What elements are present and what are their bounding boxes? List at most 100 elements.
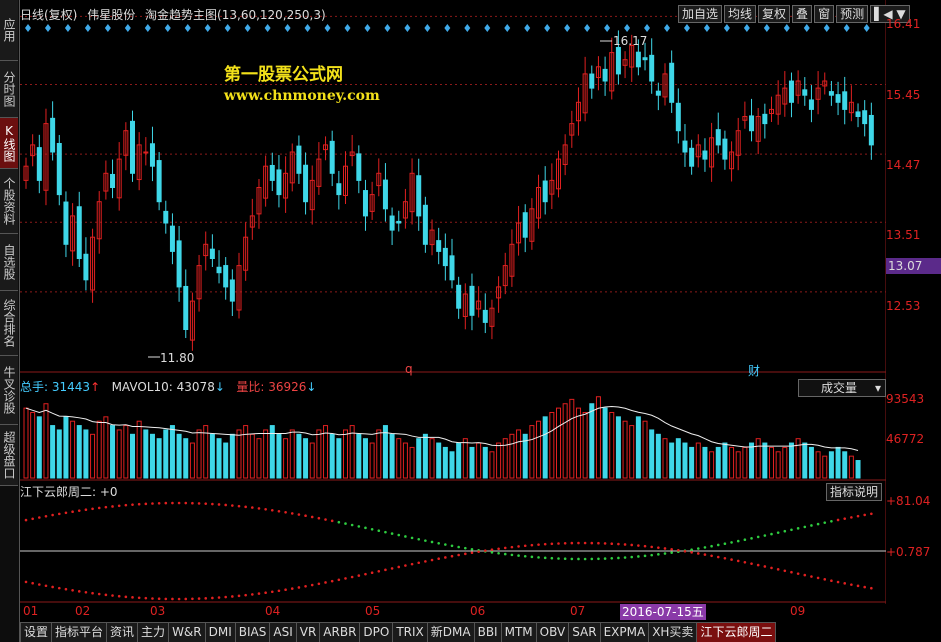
indicator-dot-lower: [164, 597, 168, 601]
volume-bar: [156, 438, 162, 479]
tab-trix[interactable]: TRIX: [392, 622, 428, 642]
sidebar-tab-ranking[interactable]: 综合排名: [0, 291, 18, 356]
indicator-dot-lower: [51, 585, 54, 589]
tab-new-dma[interactable]: 新DMA: [426, 622, 475, 642]
forecast-button[interactable]: 预测: [836, 5, 869, 23]
sidebar-tab-apps[interactable]: 应用: [0, 0, 18, 61]
kline-chart[interactable]: [20, 0, 886, 604]
indicator-dot-upper: [124, 503, 128, 507]
add-watchlist-button[interactable]: 加自选: [678, 5, 723, 23]
indicator-dot-lower: [783, 569, 787, 573]
tab-main-force[interactable]: 主力: [137, 622, 170, 642]
volume-bar: [689, 446, 695, 479]
indicator-dot-upper: [204, 502, 208, 505]
indicator-explain-button[interactable]: 指标说明: [826, 483, 883, 501]
sidebar-tab-watchlist[interactable]: 自选股: [0, 234, 18, 291]
indicator-dot-lower: [151, 597, 154, 600]
current-price-badge: 13.07: [886, 258, 941, 274]
volume-bar: [542, 416, 548, 479]
candle-body: [422, 204, 428, 245]
sidebar-tab-intraday[interactable]: 分时图: [0, 61, 18, 118]
indicator-dot-upper: [437, 541, 440, 545]
volume-bar: [675, 438, 681, 479]
tab-sar[interactable]: SAR: [568, 622, 601, 642]
indicator-dot-lower: [397, 565, 401, 569]
signal-diamond: [604, 24, 611, 32]
tab-indicator-platform[interactable]: 指标平台: [51, 622, 108, 642]
volume-bar: [722, 442, 728, 479]
signal-diamond: [843, 24, 850, 32]
tab-xh-trade[interactable]: XH买卖: [648, 622, 698, 642]
price-tick: 13.51: [886, 228, 921, 242]
indicator-dot-upper: [843, 517, 847, 520]
tab-news[interactable]: 资讯: [106, 622, 139, 642]
indicator-dot-upper: [530, 555, 534, 559]
indicator-dot-upper: [111, 505, 114, 508]
tab-dmi[interactable]: DMI: [204, 622, 236, 642]
candle-body: [50, 117, 56, 153]
volume-bar: [855, 460, 861, 479]
candle-body: [362, 190, 368, 217]
volume-indicator-dropdown[interactable]: 成交量 ▾: [798, 379, 886, 397]
tab-wr[interactable]: W&R: [168, 622, 206, 642]
window-button[interactable]: 窗: [814, 5, 835, 23]
volume-bar: [729, 446, 735, 479]
tab-custom-indicator[interactable]: 江下云郎周二: [696, 622, 777, 642]
volume-bar: [755, 438, 761, 479]
indicator-dot-lower: [756, 563, 760, 567]
candle-body: [442, 247, 448, 267]
candle-body: [143, 151, 149, 154]
volume-bar: [96, 420, 102, 479]
tab-expma[interactable]: EXPMA: [599, 622, 650, 642]
tab-vr[interactable]: VR: [295, 622, 321, 642]
finance-marker[interactable]: 财: [748, 362, 760, 379]
candle-body: [110, 173, 116, 189]
q-marker: q: [405, 362, 413, 376]
indicator-tick: +0.787: [886, 545, 931, 559]
formula-name[interactable]: 淘金趋势主图(13,60,120,250,3): [145, 8, 326, 22]
tab-asi[interactable]: ASI: [269, 622, 297, 642]
signal-diamond: [703, 24, 710, 32]
indicator-dot-upper: [264, 508, 267, 511]
indicator-dot-upper: [597, 557, 600, 561]
signal-diamond: [244, 24, 251, 32]
indicator-dot-upper: [563, 557, 567, 561]
chart-title-bar: 日线(复权) 伟星股份 淘金趋势主图(13,60,120,250,3): [20, 6, 332, 22]
sidebar-tab-order-book[interactable]: 超级盘口: [0, 425, 18, 486]
indicator-dot-lower: [257, 592, 261, 595]
indicator-dot-upper: [523, 554, 527, 558]
sidebar-tab-diagnose[interactable]: 牛叉诊股: [0, 356, 18, 425]
volume-bar: [436, 442, 442, 479]
indicator-dot-upper: [743, 538, 747, 542]
sidebar-tab-kline[interactable]: K线图: [0, 118, 18, 169]
indicator-dot-lower: [637, 544, 640, 547]
indicator-dot-lower: [57, 586, 61, 590]
month-label: 06: [470, 604, 486, 618]
volume-bar: [389, 433, 395, 479]
indicator-dot-upper: [337, 520, 341, 524]
tab-settings[interactable]: 设置: [20, 622, 53, 642]
price-tick: 16.41: [886, 17, 921, 31]
indicator-dot-upper: [830, 520, 833, 523]
tab-dpo[interactable]: DPO: [359, 622, 394, 642]
volume-bar: [635, 416, 641, 479]
signal-diamond: [444, 24, 451, 32]
period-label[interactable]: 日线(复权): [20, 8, 77, 22]
tab-obv[interactable]: OBV: [535, 622, 570, 642]
indicator-dot-upper: [224, 503, 227, 507]
tab-mtm[interactable]: MTM: [500, 622, 537, 642]
adjust-button[interactable]: 复权: [758, 5, 791, 23]
indicator-dot-lower: [191, 597, 194, 601]
overlay-button[interactable]: 叠: [792, 5, 813, 23]
candle-body: [749, 115, 755, 132]
ma-button[interactable]: 均线: [724, 5, 757, 23]
tab-bbi[interactable]: BBI: [473, 622, 502, 642]
indicator-dot-lower: [424, 560, 427, 563]
indicator-dot-upper: [670, 551, 673, 554]
indicator-dot-lower: [490, 548, 494, 551]
indicator-dot-upper: [490, 551, 494, 554]
tab-arbr[interactable]: ARBR: [319, 622, 361, 642]
signal-diamond: [823, 24, 830, 32]
sidebar-tab-stock-info[interactable]: 个股资料: [0, 169, 18, 234]
tab-bias[interactable]: BIAS: [234, 622, 271, 642]
